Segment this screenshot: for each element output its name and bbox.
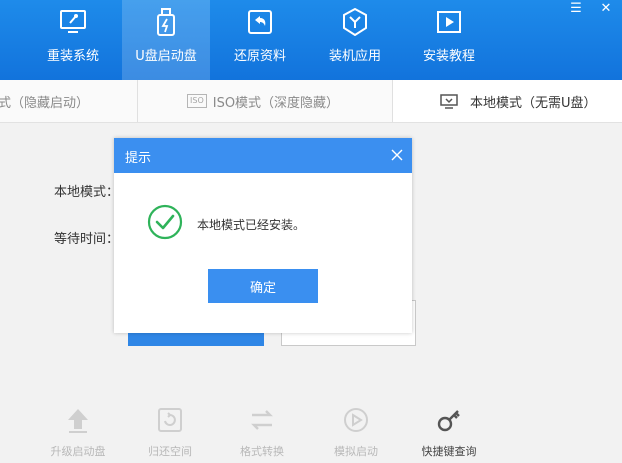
nav-item-tutorial[interactable]: 安装教程 (405, 0, 493, 80)
tool-label: 升级启动盘 (50, 445, 106, 458)
nav-item-apps[interactable]: 装机应用 (311, 0, 399, 80)
reclaim-space-icon (155, 405, 185, 435)
menu-icon[interactable]: ☰ (564, 0, 588, 18)
tab-label: 本地模式（无需U盘） (470, 95, 597, 111)
nav-item-reinstall-system[interactable]: 重装系统 (29, 0, 117, 80)
convert-arrows-icon (247, 405, 277, 435)
tool-label: 归还空间 (148, 445, 192, 458)
success-check-icon (147, 204, 183, 240)
info-dialog: 提示 本地模式已经安装。 确定 (114, 138, 412, 333)
play-circle-icon (341, 405, 371, 435)
monitor-wrench-icon (58, 8, 88, 36)
nav-label: 装机应用 (328, 49, 381, 64)
usb-drive-icon (151, 8, 181, 36)
key-icon (434, 405, 464, 435)
tool-label: 模拟启动 (334, 445, 378, 458)
mode-tabs: 式（隐藏启动） ISO ISO模式（深度隐藏） 本地模式（无需U盘） (0, 80, 622, 123)
tab-local-mode[interactable]: 本地模式（无需U盘） (393, 80, 622, 122)
video-tutorial-icon (434, 8, 464, 36)
dialog-message: 本地模式已经安装。 (197, 218, 306, 232)
tool-upgrade-boot-disk[interactable]: 升级启动盘 (43, 405, 113, 459)
local-mode-label: 本地模式： (54, 185, 120, 200)
ok-button[interactable]: 确定 (208, 269, 318, 303)
tool-simulate-boot[interactable]: 模拟启动 (321, 405, 391, 459)
monitor-download-icon (440, 93, 458, 109)
tab-hidden-boot[interactable]: 式（隐藏启动） (0, 80, 136, 122)
upload-arrow-icon (63, 405, 93, 435)
tool-hotkey-lookup[interactable]: 快捷键查询 (414, 405, 484, 459)
tool-label: 格式转换 (240, 445, 284, 458)
tab-iso-mode[interactable]: ISO ISO模式（深度隐藏） (138, 80, 392, 122)
close-icon[interactable]: ✕ (594, 0, 618, 18)
tool-reclaim-space[interactable]: 归还空间 (135, 405, 205, 459)
iso-badge-icon: ISO (187, 94, 207, 108)
tool-format-convert[interactable]: 格式转换 (227, 405, 297, 459)
dialog-header: 提示 (114, 138, 412, 173)
dialog-close-icon[interactable] (390, 148, 404, 162)
nav-label: 还原资料 (233, 49, 286, 64)
top-nav-bar: 重装系统 U盘启动盘 还原资料 装机应用 安装教程 ☰ ✕ (0, 0, 622, 80)
shield-app-icon (340, 8, 370, 36)
wait-time-label: 等待时间： (54, 232, 120, 247)
nav-label: 重装系统 (46, 49, 99, 64)
tab-label: ISO模式（深度隐藏） (212, 95, 340, 111)
dialog-title: 提示 (125, 151, 152, 166)
tab-label: 式（隐藏启动） (0, 95, 90, 111)
nav-item-restore-data[interactable]: 还原资料 (216, 0, 304, 80)
nav-label: U盘启动盘 (135, 49, 197, 64)
nav-label: 安装教程 (422, 49, 475, 64)
restore-icon (245, 8, 275, 36)
tool-label: 快捷键查询 (421, 445, 477, 458)
nav-item-usb-boot-disk[interactable]: U盘启动盘 (122, 0, 210, 80)
